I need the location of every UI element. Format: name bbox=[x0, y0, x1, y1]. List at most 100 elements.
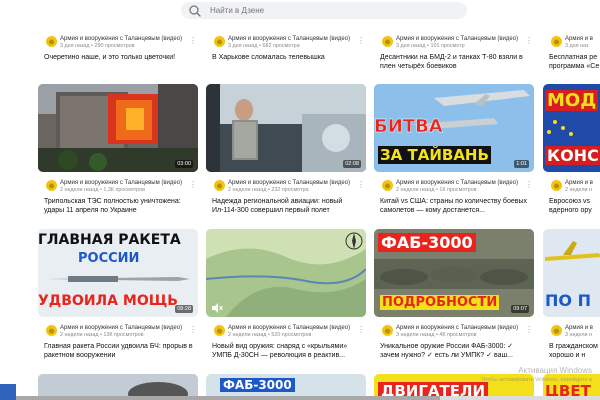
channel-name[interactable]: Армия и в bbox=[565, 180, 593, 186]
channel-avatar[interactable] bbox=[46, 325, 57, 336]
scrollbar-thumb[interactable] bbox=[0, 396, 440, 400]
map-thumbnail bbox=[206, 229, 366, 317]
channel-name[interactable]: Армия и в bbox=[565, 36, 593, 42]
taskbar-button[interactable] bbox=[0, 384, 16, 400]
thumbnail-caption: ФАБ-3000 bbox=[220, 378, 295, 392]
eu-stars-icon bbox=[547, 120, 573, 136]
more-options-icon[interactable]: ⋮ bbox=[188, 180, 198, 190]
channel-name[interactable]: Армия и вооружения с Таланцевым (видео) bbox=[396, 36, 518, 42]
video-title[interactable]: Очеретино наше, и это только цветочки! bbox=[44, 53, 196, 62]
thumbnail-caption: РОССИИ bbox=[78, 251, 140, 266]
channel-avatar[interactable] bbox=[382, 36, 393, 47]
mute-icon[interactable] bbox=[211, 303, 223, 313]
video-title[interactable]: Уникальное оружие России ФАБ-3000: ✓ зач… bbox=[380, 342, 532, 360]
video-card[interactable]: 03:00 Армия и вооружения с Таланцевым (в… bbox=[38, 84, 198, 219]
channel-name[interactable]: Армия и вооружения с Таланцевым (видео) bbox=[228, 325, 350, 331]
channel-avatar[interactable] bbox=[551, 180, 562, 191]
video-card[interactable]: Армия и вооружения с Таланцевым (видео) … bbox=[38, 0, 198, 70]
video-meta: 3 дня назад • 290 просмотров bbox=[60, 43, 135, 49]
channel-name[interactable]: Армия и вооружения с Таланцевым (видео) bbox=[396, 325, 518, 331]
video-thumbnail[interactable]: 02:08 bbox=[206, 84, 366, 172]
channel-avatar[interactable] bbox=[551, 36, 562, 47]
video-card[interactable]: Армия и вооружения с Таланцевым (видео) … bbox=[374, 0, 534, 70]
thumbnail-caption: ПО П bbox=[545, 291, 591, 310]
video-duration: 1:01 bbox=[514, 160, 529, 168]
video-thumbnail[interactable]: МОД КОНС bbox=[543, 84, 600, 172]
video-card[interactable]: Армия и в 3 дня наз Бесплатная ре програ… bbox=[543, 0, 600, 70]
video-duration: 09:07 bbox=[511, 305, 529, 313]
video-title[interactable]: Новый вид оружия: снаряд с «крыльями» УМ… bbox=[212, 342, 364, 360]
more-options-icon[interactable]: ⋮ bbox=[524, 325, 534, 335]
thumbnail-caption: ГЛАВНАЯ РАКЕТА bbox=[38, 232, 181, 248]
video-thumbnail[interactable] bbox=[206, 229, 366, 317]
video-card[interactable]: 02:08 Армия и вооружения с Таланцевым (в… bbox=[206, 84, 366, 219]
video-duration: 03:00 bbox=[175, 160, 193, 168]
video-meta: 2 недели н bbox=[565, 187, 592, 193]
channel-avatar[interactable] bbox=[382, 325, 393, 336]
video-duration: 08:28 bbox=[175, 305, 193, 313]
thumbnail-caption: КОНС bbox=[545, 146, 600, 165]
channel-name[interactable]: Армия и вооружения с Таланцевым (видео) bbox=[60, 325, 182, 331]
more-options-icon[interactable]: ⋮ bbox=[188, 325, 198, 335]
video-title[interactable]: Трипольская ТЭС полностью уничтожена: уд… bbox=[44, 197, 196, 215]
power-plant-thumbnail bbox=[38, 84, 198, 172]
video-meta: 3 дня назад • 101 просмотр bbox=[396, 43, 465, 49]
video-thumbnail[interactable]: 03:00 bbox=[38, 84, 198, 172]
channel-name[interactable]: Армия и вооружения с Таланцевым (видео) bbox=[228, 180, 350, 186]
channel-name[interactable]: Армия и вооружения с Таланцевым (видео) bbox=[60, 36, 182, 42]
video-card[interactable]: ПО П Армия и в 3 недели н В гражданском … bbox=[543, 229, 600, 364]
video-title[interactable]: Китай vs США: страны по количеству боевы… bbox=[380, 197, 532, 215]
channel-name[interactable]: Армия и вооружения с Таланцевым (видео) bbox=[228, 36, 350, 42]
windows-activation-title: Активация Windows bbox=[518, 366, 592, 375]
thumbnail-caption: БИТВА bbox=[374, 116, 443, 137]
missile-image bbox=[46, 276, 190, 282]
channel-avatar[interactable] bbox=[46, 36, 57, 47]
more-options-icon[interactable]: ⋮ bbox=[524, 180, 534, 190]
video-card[interactable]: ФАБ-3000 ПОДРОБНОСТИ 09:07 Армия и воору… bbox=[374, 229, 534, 364]
more-options-icon[interactable]: ⋮ bbox=[356, 180, 366, 190]
video-meta: 2 недели назад • 1К просмотров bbox=[396, 187, 477, 193]
more-options-icon[interactable]: ⋮ bbox=[356, 325, 366, 335]
video-title[interactable]: Десантники на БМД-2 и танках Т-80 взяли … bbox=[380, 53, 532, 71]
cockpit-thumbnail bbox=[206, 84, 366, 172]
video-card[interactable]: Армия и вооружения с Таланцевым (видео) … bbox=[206, 229, 366, 364]
thumbnail-caption: ПОДРОБНОСТИ bbox=[380, 295, 500, 310]
video-card[interactable]: МОД КОНС Армия и в 2 недели н Евросоюз v… bbox=[543, 84, 600, 219]
video-card[interactable]: БИТВА ЗА ТАЙВАНЬ 1:01 Армия и вооружения… bbox=[374, 84, 534, 219]
video-meta: 2 недели назад • 1,3К просмотров bbox=[60, 187, 146, 193]
channel-name[interactable]: Армия и в bbox=[565, 325, 593, 331]
channel-avatar[interactable] bbox=[382, 180, 393, 191]
windows-activation-hint: Чтобы активировать Windows, перейдите в bbox=[481, 377, 592, 383]
video-thumbnail[interactable]: БИТВА ЗА ТАЙВАНЬ 1:01 bbox=[374, 84, 534, 172]
video-title[interactable]: Надежда региональной авиации: новый Ил-1… bbox=[212, 197, 364, 215]
more-options-icon[interactable]: ⋮ bbox=[356, 36, 366, 46]
video-meta: 3 дня наз bbox=[565, 43, 589, 49]
channel-name[interactable]: Армия и вооружения с Таланцевым (видео) bbox=[396, 180, 518, 186]
channel-avatar[interactable] bbox=[551, 325, 562, 336]
video-thumbnail[interactable]: ГЛАВНАЯ РАКЕТА РОССИИ УДВОИЛА МОЩЬ 08:28 bbox=[38, 229, 198, 317]
video-meta: 2 недели назад • 13К просмотров bbox=[60, 332, 144, 338]
channel-avatar[interactable] bbox=[214, 325, 225, 336]
video-title[interactable]: Главная ракета России удвоила БЧ: прорыв… bbox=[44, 342, 196, 360]
video-card[interactable]: Армия и вооружения с Таланцевым (видео) … bbox=[206, 0, 366, 70]
video-thumbnail[interactable]: ПО П bbox=[543, 229, 600, 317]
video-card[interactable]: ГЛАВНАЯ РАКЕТА РОССИИ УДВОИЛА МОЩЬ 08:28… bbox=[38, 229, 198, 364]
video-meta: 2 недели назад • 520 просмотров bbox=[228, 332, 312, 338]
thumbnail-caption: МОД bbox=[545, 90, 599, 111]
channel-name[interactable]: Армия и вооружения с Таланцевым (видео) bbox=[60, 180, 182, 186]
video-title[interactable]: Бесплатная ре программа «Се bbox=[549, 53, 600, 70]
video-duration: 02:08 bbox=[343, 160, 361, 168]
video-title[interactable]: В гражданском хорошо и н bbox=[549, 342, 600, 360]
channel-avatar[interactable] bbox=[214, 36, 225, 47]
video-title[interactable]: Евросоюз vs вдерного ору bbox=[549, 197, 600, 215]
more-options-icon[interactable]: ⋮ bbox=[188, 36, 198, 46]
channel-avatar[interactable] bbox=[46, 180, 57, 191]
video-title[interactable]: В Харькове сломалась телевышка bbox=[212, 53, 364, 62]
more-options-icon[interactable]: ⋮ bbox=[524, 36, 534, 46]
video-thumbnail[interactable]: ФАБ-3000 ПОДРОБНОСТИ 09:07 bbox=[374, 229, 534, 317]
thumbnail-caption: ЗА ТАЙВАНЬ bbox=[378, 146, 491, 164]
horizontal-scrollbar[interactable] bbox=[0, 396, 600, 400]
channel-avatar[interactable] bbox=[214, 180, 225, 191]
video-meta: 3 недели назад • 4К просмотров bbox=[396, 332, 477, 338]
video-meta: 3 недели н bbox=[565, 332, 592, 338]
